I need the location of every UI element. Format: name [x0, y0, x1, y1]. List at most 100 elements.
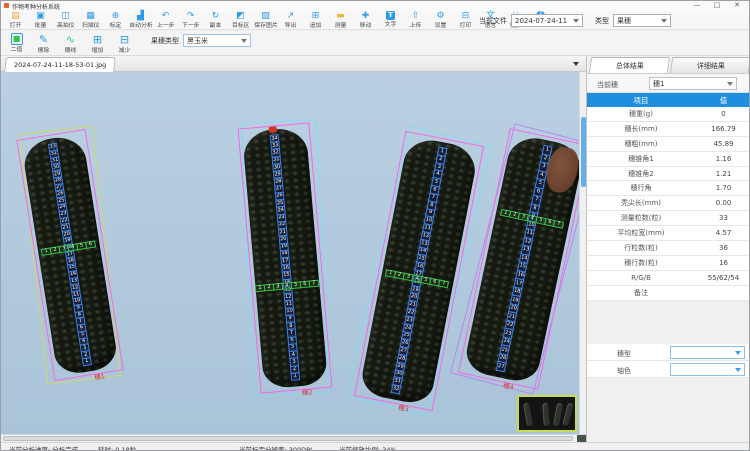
- cob-color-select[interactable]: [670, 363, 745, 376]
- toolbar-settings-button[interactable]: ⚙设置: [428, 11, 453, 30]
- result-item: 穗行数(粒): [587, 256, 695, 270]
- result-item: 穗粗(mm): [587, 137, 695, 151]
- ear-shape-select[interactable]: [670, 346, 745, 359]
- toolbar-open-button[interactable]: ▤打开: [3, 11, 28, 30]
- ear-type-label: 果穗类型: [151, 36, 179, 46]
- horizontal-scrollbar-thumb[interactable]: [3, 436, 573, 441]
- result-value: 55/62/54: [695, 271, 750, 285]
- ear-shape-row: 穗型: [587, 344, 750, 361]
- upload-label: 上传: [410, 21, 422, 28]
- result-row: 秃尖长(mm)0.00: [587, 196, 750, 211]
- copy-icon: ↻: [212, 11, 220, 21]
- kernel-box: 1: [291, 372, 301, 381]
- export-icon: ↗: [287, 11, 295, 21]
- measure-label: 测量: [335, 21, 347, 28]
- target-area-label: 目标区: [232, 21, 250, 28]
- open-label: 打开: [10, 21, 22, 28]
- result-row: 行粒数(粒)36: [587, 241, 750, 256]
- current-file-select[interactable]: 2024-07-24-11: [511, 14, 583, 27]
- auto-analysis-icon: ▟: [137, 11, 144, 21]
- toolbar-target-area-button[interactable]: ◩目标区: [228, 11, 253, 30]
- result-value: [695, 286, 750, 300]
- result-value: 166.79: [695, 122, 750, 136]
- minimap-thumbnail[interactable]: [517, 395, 577, 432]
- prev-step-label: 上一步: [157, 21, 175, 28]
- maximize-button[interactable]: □: [709, 1, 725, 9]
- result-item: 穗重(g): [587, 107, 695, 121]
- copy-label: 副本: [210, 21, 222, 28]
- type-select[interactable]: 果穗: [613, 14, 671, 27]
- result-row: 平均粒宽(mm)4.57: [587, 226, 750, 241]
- target-area-icon: ◩: [236, 11, 245, 21]
- image-canvas[interactable]: 3332313029282726252423222120191817161514…: [1, 72, 579, 434]
- vertical-scrollbar[interactable]: [579, 72, 586, 434]
- ear-穗2: 3433323130292827262524232221201918171615…: [242, 127, 328, 390]
- prev-step-icon: ↶: [162, 11, 170, 21]
- result-row: 穗行角1.70: [587, 181, 750, 196]
- toolbar-decrease-button[interactable]: ⊟减少: [111, 33, 138, 54]
- current-ear-select[interactable]: 穗1: [649, 77, 737, 90]
- result-row: 备注: [587, 286, 750, 301]
- toolbar-prev-step-button[interactable]: ↶上一步: [153, 11, 178, 30]
- toolbar-text-button[interactable]: T文字: [378, 11, 403, 30]
- ear-type-select[interactable]: 黑玉米: [183, 34, 251, 47]
- chevron-down-icon: [241, 39, 247, 43]
- toolbar-binary-button[interactable]: ■二值: [3, 33, 30, 53]
- minimize-button[interactable]: —: [689, 1, 705, 9]
- toolbar-erase-button[interactable]: ✎擦除: [30, 33, 57, 54]
- result-value: 1.16: [695, 152, 750, 166]
- toolbar-measure-button[interactable]: ▬测量: [328, 11, 353, 30]
- result-value: 45.89: [695, 137, 750, 151]
- ear-line-label: 穗线: [65, 46, 77, 53]
- toolbar-append-button[interactable]: ⊞追加: [303, 11, 328, 30]
- toolbar-auto-analysis-button[interactable]: ▟自动分析: [128, 11, 153, 30]
- minimap-ear: [542, 403, 550, 426]
- toolbar-batch-button[interactable]: ▣批量: [28, 11, 53, 30]
- save-image-icon: ▧: [261, 11, 270, 21]
- horizontal-scrollbar[interactable]: [1, 434, 586, 442]
- doc-camera-label: 高拍仪: [57, 21, 75, 28]
- tab-detail-results[interactable]: 详细结果: [670, 57, 750, 73]
- toolbar-scanner-button[interactable]: ▦扫描仪: [78, 11, 103, 30]
- toolbar-ear-line-button[interactable]: ∿穗线: [57, 33, 84, 54]
- results-table-header: 项目 值: [587, 93, 750, 107]
- current-ear-row: 当前穗 穗1: [587, 73, 750, 93]
- toolbar-upload-button[interactable]: ⇧上传: [403, 11, 428, 30]
- toolbar-save-image-button[interactable]: ▧保存图片: [253, 11, 278, 30]
- minimap-ear: [562, 403, 574, 427]
- save-image-label: 保存图片: [254, 21, 277, 28]
- image-tab[interactable]: 2024-07-24-11-18-53-01.jpg: [4, 57, 116, 72]
- app-window: 作物考种分析系统 — □ ✕ ▤打开▣批量◫高拍仪▦扫描仪⊕标定▟自动分析↶上一…: [0, 0, 750, 451]
- toolbar-print-button[interactable]: ⊟打印: [453, 11, 478, 30]
- type-value: 果穗: [617, 16, 631, 26]
- scrollbar-corner: [577, 435, 586, 442]
- result-value: 33: [695, 211, 750, 225]
- current-file-label: 当前文件: [479, 16, 507, 26]
- toolbar-move-button[interactable]: ✚移动: [353, 11, 378, 30]
- kernel-box: 32: [391, 384, 402, 394]
- tab-overall-results[interactable]: 总体结果: [589, 57, 670, 73]
- toolbar-doc-camera-button[interactable]: ◫高拍仪: [53, 11, 78, 30]
- status-progress: 当前分析进度: 分析完成: [9, 444, 78, 451]
- measure-icon: ▬: [336, 11, 345, 21]
- result-row: 穗粗(mm)45.89: [587, 137, 750, 152]
- current-ear-label: 当前穗: [597, 80, 618, 90]
- chevron-down-icon: [727, 82, 733, 86]
- toolbar-calibration-button[interactable]: ⊕标定: [103, 11, 128, 30]
- current-ear-value: 穗1: [653, 79, 664, 89]
- image-tab-strip: 2024-07-24-11-18-53-01.jpg: [1, 56, 586, 72]
- status-dpi: 当前标定分辨率: 300DPI: [239, 444, 312, 451]
- row-width-box: 7: [309, 280, 320, 288]
- result-item: 秃尖长(mm): [587, 196, 695, 210]
- toolbar-increase-button[interactable]: ⊞增加: [84, 33, 111, 54]
- toolbar-next-step-button[interactable]: ↷下一步: [178, 11, 203, 30]
- close-button[interactable]: ✕: [729, 1, 745, 9]
- tab-list-dropdown-icon[interactable]: [573, 62, 579, 66]
- batch-label: 批量: [35, 21, 47, 28]
- results-table-body: 穗重(g)0穗长(mm)166.79穗粗(mm)45.89穗锥角11.16穗锥角…: [587, 107, 750, 301]
- toolbar-export-button[interactable]: ↗导出: [278, 11, 303, 30]
- toolbar-copy-button[interactable]: ↻副本: [203, 11, 228, 30]
- toolbar-secondary: ■二值✎擦除∿穗线⊞增加⊟减少: [1, 31, 750, 56]
- decrease-icon: ⊟: [120, 33, 129, 46]
- print-icon: ⊟: [462, 11, 470, 21]
